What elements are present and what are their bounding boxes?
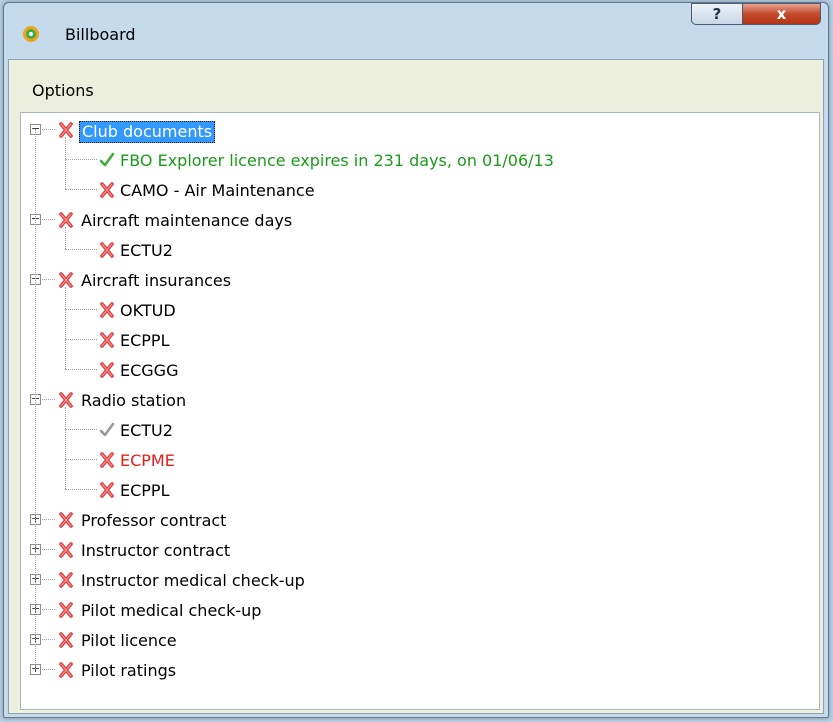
tree-child-label[interactable]: ECTU2 <box>118 421 175 441</box>
tree-connector <box>65 227 66 249</box>
close-icon: x <box>776 5 787 23</box>
tree-group-row[interactable]: + Pilot licence <box>21 626 801 654</box>
tree-group-row[interactable]: + Instructor contract <box>21 536 801 564</box>
tree-connector <box>65 459 97 460</box>
tree-child-row[interactable]: CAMO - Air Maintenance <box>21 176 801 204</box>
tree-connector <box>42 639 55 640</box>
tree-connector <box>65 339 97 340</box>
tree-connector <box>65 429 97 430</box>
red-x-icon <box>58 631 74 649</box>
red-x-icon <box>99 331 115 349</box>
tree-connector <box>35 129 36 669</box>
tree-group-row[interactable]: − Aircraft maintenance days <box>21 206 801 234</box>
tree-child-label[interactable]: CAMO - Air Maintenance <box>118 181 317 201</box>
tree-group-label[interactable]: Professor contract <box>79 511 228 531</box>
client-area: Options − Club documents FBO Explorer lice… <box>8 59 824 714</box>
gray-check-icon <box>99 421 115 439</box>
tree-child-row[interactable]: OKTUD <box>21 296 801 324</box>
tree-child-row[interactable]: ECPPL <box>21 476 801 504</box>
green-check-icon <box>99 151 115 169</box>
red-x-icon <box>58 541 74 559</box>
tree-connector <box>65 369 97 370</box>
tree-connector <box>42 279 55 280</box>
tree-group-label[interactable]: Aircraft insurances <box>79 271 233 291</box>
red-x-icon <box>99 481 115 499</box>
tree-group-row[interactable]: − Radio station <box>21 386 801 414</box>
tree-connector <box>65 287 66 369</box>
menu-options[interactable]: Options <box>32 81 94 100</box>
app-icon <box>23 26 39 42</box>
tree-group-row[interactable]: + Pilot medical check-up <box>21 596 801 624</box>
tree-group-label[interactable]: Pilot medical check-up <box>79 601 263 621</box>
tree-group-label[interactable]: Pilot licence <box>79 631 179 651</box>
close-button[interactable]: x <box>742 3 821 25</box>
red-x-icon <box>99 241 115 259</box>
tree-connector <box>65 309 97 310</box>
tree-connector <box>42 579 55 580</box>
menu-bar: Options <box>9 60 823 112</box>
tree-child-label[interactable]: ECTU2 <box>118 241 175 261</box>
tree-group-row[interactable]: + Professor contract <box>21 506 801 534</box>
tree-child-label[interactable]: ECPPL <box>118 331 172 351</box>
billboard-tree[interactable]: − Club documents FBO Explorer licence expi… <box>20 112 820 710</box>
tree-connector <box>42 219 55 220</box>
tree-child-row[interactable]: ECTU2 <box>21 416 801 444</box>
red-x-icon <box>99 361 115 379</box>
tree-child-label[interactable]: ECPPL <box>118 481 172 501</box>
tree-child-row[interactable]: ECTU2 <box>21 236 801 264</box>
tree-connector <box>42 549 55 550</box>
red-x-icon <box>99 301 115 319</box>
tree-group-row[interactable]: + Instructor medical check-up <box>21 566 801 594</box>
tree-group-label[interactable]: Instructor medical check-up <box>79 571 307 591</box>
tree-connector <box>42 129 55 130</box>
tree-group-label[interactable]: Aircraft maintenance days <box>79 211 294 231</box>
red-x-icon <box>99 181 115 199</box>
tree-connector <box>65 489 97 490</box>
help-button[interactable]: ? <box>691 3 743 25</box>
window-title: Billboard <box>65 25 136 44</box>
tree-child-row[interactable]: ECPPL <box>21 326 801 354</box>
tree-group-label[interactable]: Instructor contract <box>79 541 232 561</box>
red-x-icon <box>99 451 115 469</box>
red-x-icon <box>58 121 74 139</box>
tree-group-label[interactable]: Pilot ratings <box>79 661 178 681</box>
tree-child-label[interactable]: FBO Explorer licence expires in 231 days… <box>118 151 556 171</box>
tree-connector <box>65 249 97 250</box>
tree-connector <box>65 407 66 489</box>
tree-group-label[interactable]: Club documents <box>79 121 216 143</box>
tree-group-row[interactable]: − Club documents <box>21 116 801 144</box>
red-x-icon <box>58 601 74 619</box>
red-x-icon <box>58 271 74 289</box>
tree-connector <box>42 609 55 610</box>
billboard-window: Billboard ? x Options − Club documents FBO… <box>3 2 829 718</box>
tree-child-label[interactable]: ECGGG <box>118 361 180 381</box>
tree-child-row[interactable]: FBO Explorer licence expires in 231 days… <box>21 146 801 174</box>
red-x-icon <box>58 511 74 529</box>
tree-child-label[interactable]: OKTUD <box>118 301 178 321</box>
title-bar[interactable]: Billboard ? x <box>4 3 828 61</box>
tree-group-row[interactable]: − Aircraft insurances <box>21 266 801 294</box>
red-x-icon <box>58 661 74 679</box>
red-x-icon <box>58 571 74 589</box>
help-icon: ? <box>712 5 722 23</box>
tree-connector <box>65 159 97 160</box>
tree-connector <box>65 137 66 189</box>
tree-child-row[interactable]: ECGGG <box>21 356 801 384</box>
tree-connector <box>42 399 55 400</box>
tree-connector <box>42 519 55 520</box>
red-x-icon <box>58 211 74 229</box>
red-x-icon <box>58 391 74 409</box>
tree-child-row[interactable]: ECPME <box>21 446 801 474</box>
tree-connector <box>42 669 55 670</box>
tree-group-label[interactable]: Radio station <box>79 391 188 411</box>
tree-group-row[interactable]: + Pilot ratings <box>21 656 801 684</box>
tree-child-label[interactable]: ECPME <box>118 451 177 471</box>
tree-connector <box>65 189 97 190</box>
